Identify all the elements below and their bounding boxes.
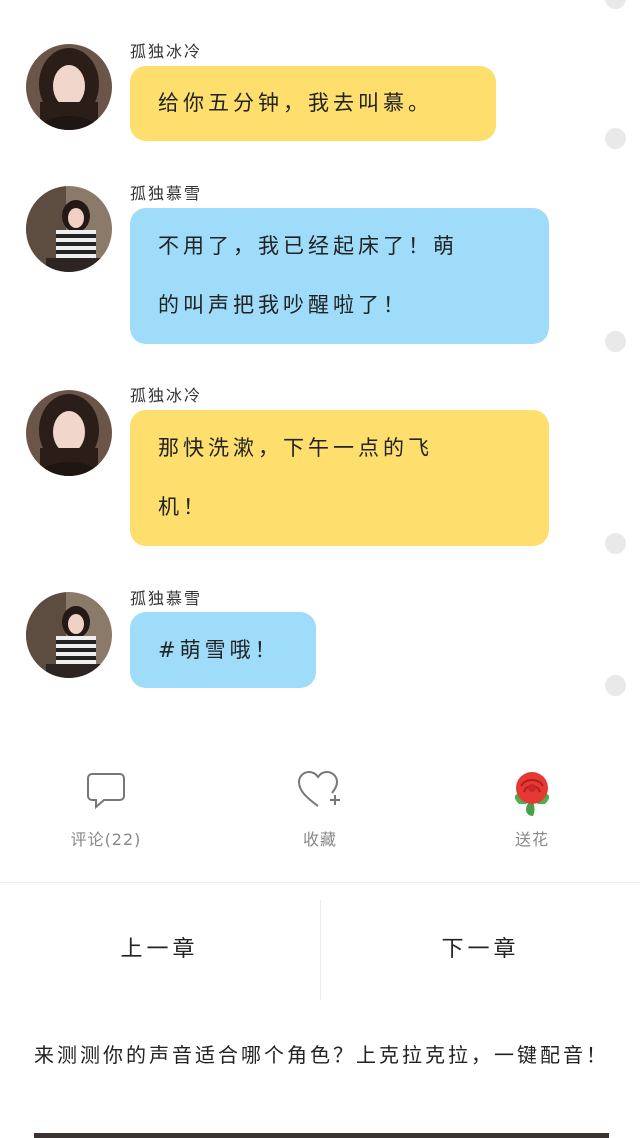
indicator-dot xyxy=(605,533,626,554)
avatar[interactable] xyxy=(26,186,112,272)
message-text: 那快洗漱，下午一点的飞 xyxy=(158,436,433,460)
sender-name: 孤独冰冷 xyxy=(130,42,203,61)
favorite-label: 收藏 xyxy=(302,830,337,849)
rose-icon xyxy=(514,772,550,816)
heart-plus-icon xyxy=(297,770,340,807)
message-bubble: 那快洗漱，下午一点的飞 机！ xyxy=(130,410,549,546)
sender-name: 孤独慕雪 xyxy=(130,589,203,608)
message-text: 不用了，我已经起床了！萌 xyxy=(158,234,458,258)
avatar[interactable] xyxy=(26,592,112,678)
comment-label: 评论(22) xyxy=(70,830,142,849)
prev-chapter-button[interactable]: 上一章 xyxy=(0,900,319,1000)
avatar[interactable] xyxy=(26,44,112,130)
message-text: #萌雪哦！ xyxy=(158,638,280,662)
promo-link[interactable]: 来测测你的声音适合哪个角色？上克拉克拉，一键配音！ xyxy=(34,1034,609,1076)
divider xyxy=(0,882,640,883)
indicator-dot xyxy=(605,0,626,9)
indicator-dot xyxy=(605,331,626,352)
message-text: 机！ xyxy=(158,495,208,519)
next-chapter-button[interactable]: 下一章 xyxy=(321,900,640,1000)
message-bubble: 不用了，我已经起床了！萌 的叫声把我吵醒啦了！ xyxy=(130,208,549,344)
indicator-dot xyxy=(605,675,626,696)
comment-button[interactable]: 评论(22) xyxy=(46,770,166,850)
sender-name: 孤独冰冷 xyxy=(130,386,203,405)
indicator-dot xyxy=(605,128,626,149)
action-bar: 评论(22) 收藏 送花 xyxy=(0,760,640,880)
message-text: 的叫声把我吵醒啦了！ xyxy=(158,293,408,317)
chapter-nav: 上一章 下一章 xyxy=(0,900,640,1000)
message-text: 给你五分钟，我去叫慕。 xyxy=(158,91,433,115)
message-bubble: 给你五分钟，我去叫慕。 xyxy=(130,66,496,141)
speech-bubble-icon xyxy=(87,773,125,810)
avatar[interactable] xyxy=(26,390,112,476)
promo-image[interactable] xyxy=(34,1133,609,1138)
flower-label: 送花 xyxy=(514,830,549,849)
chat-area: 孤独冰冷 给你五分钟，我去叫慕。 孤独慕雪 不用了，我已经起床了！萌 的叫声把我… xyxy=(0,0,640,740)
message-bubble: #萌雪哦！ xyxy=(130,612,316,688)
favorite-button[interactable]: 收藏 xyxy=(260,770,380,850)
send-flower-button[interactable]: 送花 xyxy=(472,770,592,850)
sender-name: 孤独慕雪 xyxy=(130,184,203,203)
